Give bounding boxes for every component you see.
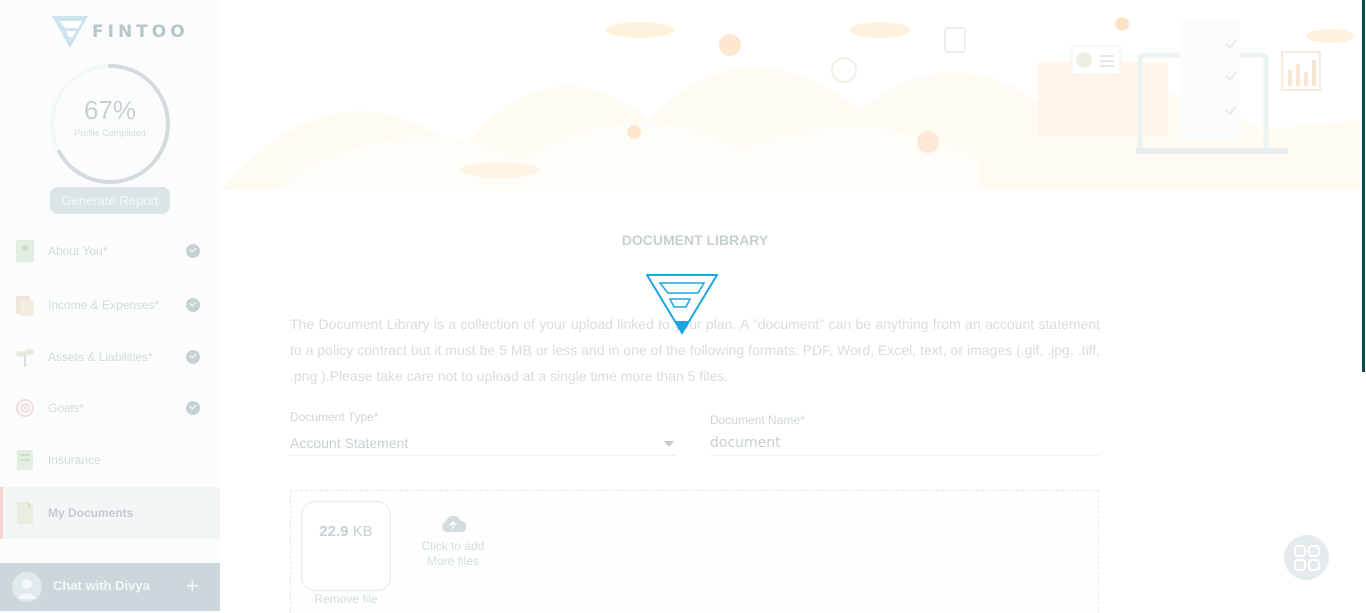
document-icon [17, 502, 33, 524]
brand-name: FINTOO [92, 22, 189, 42]
document-name-input[interactable]: document [710, 435, 1099, 456]
sidebar-item-my-documents[interactable]: My Documents [0, 487, 220, 539]
chat-label: Chat with Divya [53, 578, 150, 593]
sidebar-item-label: Insurance [48, 453, 101, 467]
add-more-line1: Click to add [421, 539, 485, 553]
right-edge-accent [1362, 0, 1365, 372]
brand-logo[interactable]: FINTOO [52, 16, 189, 48]
check-icon [186, 298, 200, 312]
sidebar-item-assets-liabilities[interactable]: Assets & Liabilities* [0, 331, 220, 383]
avatar [12, 572, 42, 602]
file-size: 22.9 KB [301, 523, 391, 540]
sidebar: FINTOO 67% Profile Completed Generate Re… [0, 0, 220, 613]
sidebar-item-label: Income & Expenses* [48, 298, 160, 312]
check-icon [186, 401, 200, 415]
check-icon [186, 350, 200, 364]
plus-icon[interactable]: + [186, 573, 199, 599]
document-type-select[interactable]: Account Statement [290, 435, 676, 456]
grid-apps-icon [1293, 544, 1320, 571]
sidebar-item-goals[interactable]: Goals* [0, 382, 220, 434]
sidebar-item-label: My Documents [48, 506, 134, 520]
file-size-unit: KB [352, 523, 373, 540]
profile-label: Profile Completed [74, 128, 146, 138]
profile-percent: 67% [83, 95, 137, 125]
sidebar-item-insurance[interactable]: Insurance [0, 434, 220, 486]
money-icon [16, 296, 34, 316]
document-name-label: Document Name* [710, 413, 805, 427]
remove-file-link[interactable]: Remove file [301, 592, 391, 606]
insurance-icon [17, 450, 33, 470]
add-more-line2: More files [426, 554, 479, 568]
check-icon [186, 244, 200, 258]
target-icon [16, 399, 34, 417]
uploaded-file-card [301, 501, 391, 591]
chevron-down-icon[interactable] [664, 441, 674, 447]
sidebar-item-label: Assets & Liabilities* [48, 350, 153, 364]
cloud-upload-icon [442, 515, 466, 532]
user-icon [17, 579, 37, 599]
sidebar-item-about-you[interactable]: About You* [0, 225, 220, 277]
chat-with-advisor-bar[interactable]: Chat with Divya + [0, 563, 220, 611]
file-size-number: 22.9 [319, 523, 349, 540]
fintoo-loader-icon [646, 274, 718, 335]
user-doc-icon [16, 240, 34, 262]
generate-report-button[interactable]: Generate Report [50, 187, 170, 214]
fintoo-logo-icon [52, 16, 88, 48]
document-type-label: Document Type* [290, 410, 379, 424]
add-more-files-button[interactable]: Click to add More files [410, 515, 496, 569]
sidebar-item-label: Goals* [48, 401, 85, 415]
header-illustration [220, 17, 1360, 190]
sidebar-item-income-expenses[interactable]: Income & Expenses* [0, 279, 220, 331]
sidebar-item-label: About You* [48, 244, 108, 258]
apps-menu-button[interactable] [1284, 535, 1329, 580]
page-title: DOCUMENT LIBRARY [621, 232, 769, 248]
plant-icon [16, 349, 34, 367]
